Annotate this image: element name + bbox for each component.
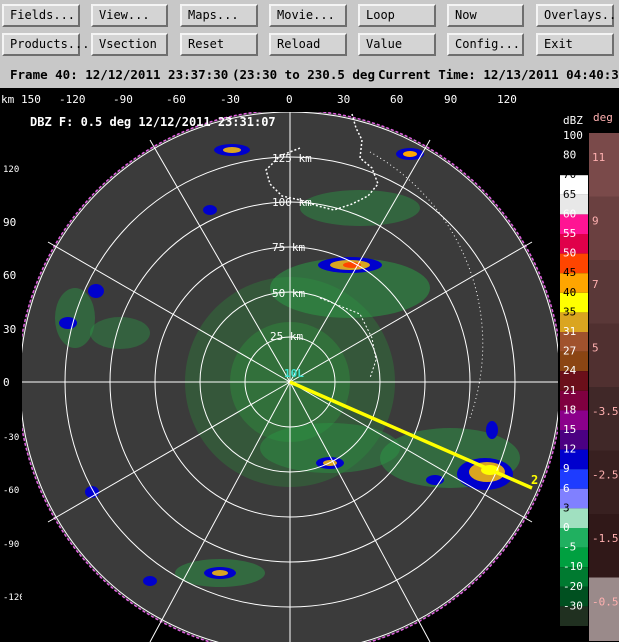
ring-label-50: 50 km [272,287,305,300]
deg-scale-swatch [589,450,619,514]
elevation-color-scale: 11 9 7 5 -3.5 -2.5 -1.5 -0.5 [589,133,619,641]
x-tick-label: -90 [113,93,133,106]
dbz-color-scale: 100 80 70 65 60 55 50 45 40 35 31 27 24 21 18 15 12 9 6 3 0 -… [560,129,588,626]
exit-button[interactable]: Exit [536,33,614,56]
dbz-scale-label: 3 [563,501,570,514]
deg-scale-label: 7 [592,278,599,291]
deg-scale-swatch [589,577,619,641]
x-tick-label: -120 [59,93,86,106]
deg-scale-label: 11 [592,151,605,164]
y-tick-label: 30 [3,323,16,336]
ring-label-125: 125 km [272,152,312,165]
view-button[interactable]: View... [91,4,168,27]
ring-label-75: 75 km [272,241,305,254]
overlays-button[interactable]: Overlays... [536,4,619,27]
dbz-scale-label: 55 [563,227,576,240]
dbz-scale-label: -10 [563,560,583,573]
loop-button[interactable]: Loop [358,4,436,27]
y-tick-label: -30 [3,433,19,443]
x-tick-label: 30 [337,93,350,106]
deg-scale-label: -0.5 [592,596,619,609]
dbz-scale-label: 15 [563,423,576,436]
dbz-scale-label: -20 [563,580,583,593]
vsection-button[interactable]: Vsection [91,33,168,56]
dbz-scale-label: 6 [563,482,570,495]
x-tick-label: 90 [444,93,457,106]
dbz-scale-label: 45 [563,266,576,279]
current-time: Current Time: 12/13/2011 04:40:35 [378,67,619,82]
radar-site-label: 10L [284,367,304,380]
y-tick-label: 90 [3,216,16,229]
dbz-scale-label: 50 [563,247,576,260]
reset-button[interactable]: Reset [180,33,258,56]
field-label: DBZ F: 0.5 deg 12/12/2011 23:31:07 [30,115,276,129]
dbz-scale-label: 100 [563,129,583,142]
dbz-scale-label: 0 [563,521,570,534]
fields-button[interactable]: Fields... [2,4,80,27]
y-tick-label: 0 [3,376,10,389]
frame-time: Frame 40: 12/12/2011 23:37:30 [10,67,229,82]
x-tick-label: -60 [166,93,186,106]
dbz-unit-label: dBZ [563,114,583,127]
deg-unit-label: deg [593,111,613,124]
deg-scale-swatch [589,323,619,387]
deg-scale-swatch [589,133,619,197]
frame-range: (23:30 to 230.5 deg [232,67,375,82]
dbz-scale-label: 18 [563,403,576,416]
status-bar: Frame 40: 12/12/2011 23:37:30 (23:30 to … [0,62,619,88]
x-tick-label: 120 [497,93,517,106]
deg-scale-label: 5 [592,342,599,355]
dbz-scale-label: 65 [563,188,576,201]
deg-scale-swatch [589,514,619,578]
deg-scale-label: -1.5 [592,532,619,545]
dbz-scale-label: 21 [563,384,576,397]
ring-label-100: 100 km [272,196,312,209]
x-tick-label: 150 [21,93,41,106]
radar-display[interactable]: km 150 -120 -90 -60 -30 0 30 60 90 120 1… [0,88,619,642]
dbz-scale-label: 27 [563,345,576,358]
dbz-scale-label: 40 [563,286,576,299]
deg-scale-swatch [589,260,619,324]
maps-button[interactable]: Maps... [180,4,258,27]
now-button[interactable]: Now [447,4,524,27]
axis-unit-label: km [1,93,15,106]
dbz-scale-label: 80 [563,149,576,162]
vsection-endpoint-label: 2 [531,473,538,487]
value-button[interactable]: Value [358,33,436,56]
ppi-panel: 25 km 50 km 75 km 100 km 125 km 2 10L DB… [22,112,558,642]
dbz-scale-label: 35 [563,305,576,318]
x-tick-label: 60 [390,93,403,106]
x-tick-label: -30 [220,93,240,106]
dbz-scale-label: -30 [563,599,583,612]
movie-button[interactable]: Movie... [269,4,347,27]
products-button[interactable]: Products... [2,33,89,56]
ring-label-25: 25 km [270,330,303,343]
deg-scale-swatch [589,387,619,451]
deg-scale-label: 9 [592,215,599,228]
y-tick-label: 120 [3,165,19,175]
dbz-scale-label: 24 [563,364,577,377]
x-tick-label: 0 [286,93,293,106]
dbz-scale-label: 12 [563,443,576,456]
y-tick-label: -90 [3,540,19,550]
config-button[interactable]: Config... [447,33,524,56]
y-tick-label: -60 [3,486,19,496]
deg-scale-label: -2.5 [592,469,619,482]
dbz-scale-label: 31 [563,325,576,338]
dbz-scale-label: 9 [563,462,570,475]
deg-scale-label: -3.5 [592,405,619,418]
dbz-scale-label: -5 [563,541,576,554]
y-tick-label: 60 [3,269,16,282]
deg-scale-swatch [589,196,619,260]
dbz-scale-label: 70 [563,168,576,181]
reload-button[interactable]: Reload [269,33,347,56]
dbz-scale-label: 60 [563,207,576,220]
y-tick-label: -120 [3,593,25,603]
